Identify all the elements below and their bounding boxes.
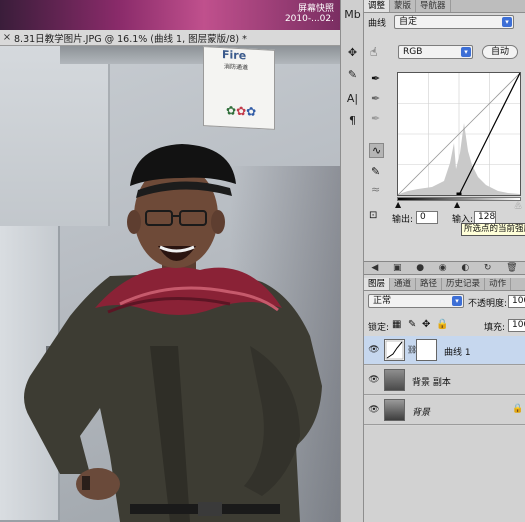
tab-masks[interactable]: 蒙版 <box>390 0 417 12</box>
layer-row-background-copy[interactable]: 👁 背景 副本 <box>364 366 525 395</box>
clip-layer-icon[interactable]: ● <box>416 263 424 273</box>
tab-history[interactable]: 历史记录 <box>442 278 486 290</box>
puppet-warp-icon[interactable]: ✥ <box>344 44 361 61</box>
document-tab[interactable]: × 8.31日教学图片.JPG @ 16.1% (曲线 1, 图层蒙版/8) * <box>0 30 340 46</box>
close-icon[interactable]: × <box>0 32 14 43</box>
output-label: 输出: <box>392 215 414 225</box>
eye-icon[interactable]: 👁 <box>368 404 380 416</box>
fill-label: 填充: <box>484 323 506 333</box>
lock-icon: 🔒 <box>512 404 524 414</box>
layer-thumb <box>384 369 405 391</box>
previous-state-icon[interactable]: ◐ <box>461 263 469 273</box>
lock-all-icon[interactable]: 🔒 <box>436 319 448 330</box>
mini-bridge-icon[interactable]: Mb <box>344 6 361 23</box>
chevron-down-icon: ▾ <box>452 296 462 306</box>
layer-mask-thumb[interactable] <box>416 339 437 361</box>
layer-name: 背景 <box>412 408 431 418</box>
fill-field[interactable]: 100% <box>508 319 525 332</box>
output-field[interactable]: 0 <box>416 211 438 224</box>
lock-transparency-icon[interactable]: ▦ <box>392 319 401 330</box>
document-title: 8.31日教学图片.JPG @ 16.1% (曲线 1, 图层蒙版/8) * <box>14 33 247 45</box>
layer-name: 背景 副本 <box>412 378 451 388</box>
reset-icon[interactable]: ↻ <box>484 263 492 273</box>
curves-adjustment-thumb <box>384 339 405 361</box>
eye-icon[interactable]: 👁 <box>368 344 380 356</box>
smooth-curve-icon[interactable]: ≈ <box>371 183 380 196</box>
clipping-icon[interactable]: ⊡ <box>369 210 377 221</box>
curve-point-tool-icon[interactable]: ∿ <box>369 143 385 158</box>
image-canvas[interactable]: Fire 消防通道 ✿✿✿ <box>0 46 340 522</box>
lock-position-icon[interactable]: ✥ <box>422 319 430 330</box>
character-icon[interactable]: A| <box>344 90 361 107</box>
adjustments-tabs: 调整 蒙版 导航器 <box>364 0 525 13</box>
visibility-icon[interactable]: ◉ <box>439 263 447 273</box>
layers-tabs: 图层 通道 路径 历史记录 动作 <box>364 278 525 291</box>
trash-icon[interactable]: 🗑 <box>506 263 517 273</box>
paragraph-icon[interactable]: ¶ <box>344 112 361 129</box>
tab-paths[interactable]: 路径 <box>416 278 443 290</box>
gray-point-eyedropper-icon[interactable]: ✒ <box>371 92 380 105</box>
pencil-draw-icon[interactable]: ✎ <box>371 165 380 178</box>
mid-slider-icon[interactable]: ▲ <box>454 200 460 209</box>
auto-button[interactable]: 自动 <box>482 45 518 59</box>
adjustment-type-label: 曲线 <box>368 19 387 29</box>
opacity-label: 不透明度: <box>468 299 508 309</box>
curve-point <box>456 192 462 198</box>
curves-svg <box>397 72 521 198</box>
desktop-file-date: 2010-...02. <box>284 14 334 24</box>
brush-preset-icon[interactable]: ✎ <box>344 66 361 83</box>
panel-dock-icons: Mb ✥ ✎ A| ¶ <box>340 0 364 522</box>
curves-graph[interactable] <box>397 72 521 198</box>
back-arrow-icon[interactable]: ◀ <box>371 263 378 273</box>
white-slider-icon[interactable]: △ <box>515 200 521 209</box>
layer-thumb <box>384 399 405 421</box>
person <box>24 144 322 522</box>
blend-mode-dropdown[interactable]: 正常 ▾ <box>368 294 464 308</box>
expand-view-icon[interactable]: ▣ <box>393 263 402 273</box>
tab-navigator[interactable]: 导航器 <box>416 0 451 12</box>
tooltip: 所选点的当前强度 <box>461 223 525 236</box>
tab-layers[interactable]: 图层 <box>364 278 391 290</box>
layer-row-curves[interactable]: 👁 ⛓ 曲线 1 <box>364 336 525 365</box>
lock-label: 锁定: <box>368 323 390 333</box>
preset-dropdown[interactable]: 自定 ▾ <box>394 15 514 29</box>
white-point-eyedropper-icon[interactable]: ✒ <box>371 112 380 125</box>
black-slider-icon[interactable]: ▲ <box>395 200 401 209</box>
photoshop-window: 屏幕快照 2010-...02. × 8.31日教学图片.JPG @ 16.1%… <box>0 0 525 522</box>
targeted-adjust-icon[interactable]: ☝ <box>370 45 377 59</box>
eye-icon[interactable]: 👁 <box>368 374 380 386</box>
tab-actions[interactable]: 动作 <box>485 278 512 290</box>
tab-adjustments[interactable]: 调整 <box>364 0 391 12</box>
tab-channels[interactable]: 通道 <box>390 278 417 290</box>
layers-empty-area <box>364 426 525 522</box>
adjustments-footer: ◀ ▣ ● ◉ ◐ ↻ 🗑 <box>364 261 525 275</box>
opacity-field[interactable]: 100% <box>508 295 525 308</box>
lock-pixels-icon[interactable]: ✎ <box>408 319 416 330</box>
desktop-background: 屏幕快照 2010-...02. <box>0 0 340 30</box>
black-point-eyedropper-icon[interactable]: ✒ <box>371 72 380 85</box>
layer-name: 曲线 1 <box>444 348 471 358</box>
channel-dropdown[interactable]: RGB ▾ <box>398 45 473 59</box>
desktop-file-title[interactable]: 屏幕快照 <box>298 1 334 14</box>
chevron-down-icon: ▾ <box>461 47 471 57</box>
layer-row-background[interactable]: 👁 背景 🔒 <box>364 396 525 425</box>
right-panels: 调整 蒙版 导航器 曲线 自定▾ ☝ RGB▾ 自动 ✒ ✒ ✒ ∿ ✎ ≈ <box>364 0 525 522</box>
chevron-down-icon: ▾ <box>502 17 512 27</box>
